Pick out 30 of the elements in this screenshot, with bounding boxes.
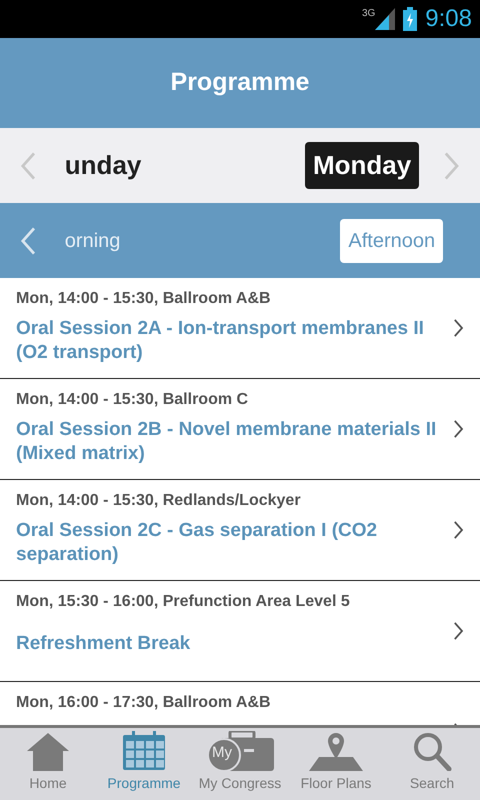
session-title: Oral Session 2A - Ion-transport membranes II (O2 transport) (16, 316, 425, 364)
house-icon (25, 731, 71, 771)
session-title: Refreshment Break (16, 632, 190, 656)
session-title: Oral Session 2C - Gas separation I (CO2 separation) (16, 518, 378, 566)
tab-item[interactable]: My My Congress (192, 728, 288, 800)
session-row[interactable]: Mon, 14:00 - 15:30, Redlands/Lockyer Oral Session 2C - Gas separation I (CO2 separation) (0, 480, 480, 581)
chevron-right-icon[interactable] (453, 420, 464, 438)
chevron-right-icon[interactable] (453, 521, 464, 539)
session-meta: Mon, 14:00 - 15:30, Redlands/Lockyer (16, 491, 302, 511)
day-tab[interactable]: Monday (304, 142, 420, 189)
chevron-right-icon[interactable] (453, 319, 464, 337)
search-icon (411, 731, 453, 771)
page-title: Programme (170, 67, 310, 98)
badge-text: My (212, 745, 232, 760)
session-meta: Mon, 14:00 - 15:30, Ballroom C (16, 390, 250, 410)
session-meta: Mon, 15:30 - 16:00, Prefunction Area Level 5 (16, 592, 351, 612)
session-row[interactable]: Mon, 14:00 - 15:30, Ballroom A&B Oral Session 2A - Ion-transport membranes II (O2 transport) (0, 278, 480, 379)
signal-icon (375, 8, 396, 30)
day-tab[interactable]: unday (56, 142, 150, 189)
session-meta: Mon, 14:00 - 15:30, Ballroom A&B (16, 289, 272, 309)
chevron-right-icon[interactable] (453, 622, 464, 640)
session-row[interactable]: Mon, 15:30 - 16:00, Prefunction Area Level 5 Refreshment Break (0, 581, 480, 682)
battery-icon (403, 7, 418, 31)
calendar-icon (122, 731, 166, 771)
session-row[interactable]: Mon, 14:00 - 15:30, Ballroom C Oral Session 2B - Novel membrane materials II (Mixed matrix) (0, 379, 480, 480)
clock-text: 9:08 (425, 4, 472, 34)
session-meta: Mon, 16:00 - 17:30, Ballroom A&B (16, 693, 272, 713)
network-text: 3G (362, 7, 376, 21)
map-pin-icon (307, 731, 365, 771)
session-title: Oral Session 2B - Novel membrane materials II (Mixed matrix) (16, 418, 438, 466)
